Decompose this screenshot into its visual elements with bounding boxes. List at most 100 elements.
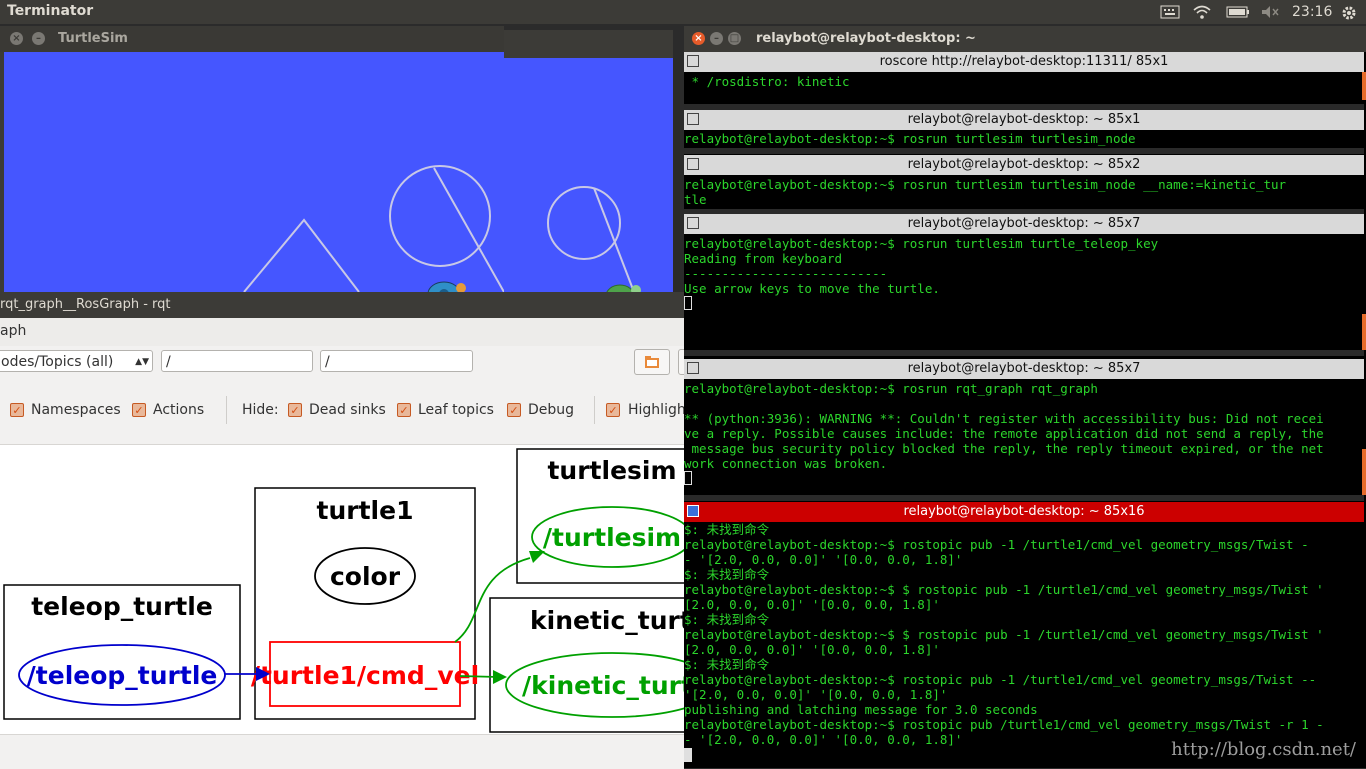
pane-title: relaybot@relaybot-desktop: ~ 85x16 [903,504,1145,519]
scrollbar[interactable] [1362,314,1366,350]
pane-title: relaybot@relaybot-desktop: ~ 85x7 [907,216,1141,231]
turtlesim-titlebar[interactable]: × – TurtleSim [0,26,504,52]
terminal-line: relaybot@relaybot-desktop:~$ rosrun turt… [684,131,1136,146]
terminal-line: message bus security policy blocked the … [684,441,1324,456]
pane-title: relaybot@relaybot-desktop: ~ 85x2 [907,157,1141,172]
debug-checkbox[interactable]: ✓ [507,403,521,417]
cluster-teleop-turtle-label: teleop_turtle [31,592,213,621]
volume-muted-icon[interactable] [1260,4,1280,20]
cluster-turtlesim-label: turtlesim [547,456,676,485]
kinetic-turtle-node-label: /kinetic_turtle [522,671,684,700]
terminator-window[interactable]: × – □ relaybot@relaybot-desktop: ~ rosco… [684,26,1366,768]
rqt-titlebar[interactable]: rqt_graph__RosGraph - rqt [0,292,684,318]
terminal-pane[interactable]: relaybot@relaybot-desktop:~$ rosrun turt… [684,234,1364,350]
terminal-line: work connection was broken. [684,456,888,471]
terminal-line: $: 未找到命令 [684,567,770,582]
pane-titlebar[interactable]: relaybot@relaybot-desktop: ~ 85x2 [684,155,1364,175]
turtlesim-title: TurtleSim [58,31,128,46]
pane-title: roscore http://relaybot-desktop:11311/ 8… [879,54,1169,69]
turtlesim-node-label: /turtlesim [543,523,681,552]
scrollbar[interactable] [1362,449,1366,495]
edge-arrowhead [493,670,507,684]
actions-label: Actions [153,402,205,418]
turtle-icon [606,284,641,292]
gear-icon[interactable] [1340,4,1358,20]
namespaces-checkbox[interactable]: ✓ [10,403,24,417]
battery-icon[interactable] [1226,4,1250,20]
tab-graph[interactable]: aph [0,323,26,339]
terminal-line: relaybot@relaybot-desktop:~$ rosrun turt… [684,236,1159,251]
actions-checkbox[interactable]: ✓ [132,403,146,417]
terminator-title: relaybot@relaybot-desktop: ~ [756,31,976,46]
clock[interactable]: 23:16 [1292,4,1332,20]
terminal-line: relaybot@relaybot-desktop:~$ rosrun turt… [684,177,1287,192]
terminal-pane[interactable]: relaybot@relaybot-desktop:~$ rosrun turt… [684,175,1364,209]
leaf-topics-checkbox[interactable]: ✓ [397,403,411,417]
rqt-window[interactable]: rqt_graph__RosGraph - rqt aph odes/Topic… [0,292,690,769]
rqt-title: rqt_graph__RosGraph - rqt [0,297,171,312]
topic-filter-input[interactable]: / [320,350,473,372]
spin-arrows-icon: ▲▼ [135,357,149,367]
terminal-line: * /rosdistro: kinetic [684,74,850,89]
pane-divider[interactable] [684,495,1364,501]
scrollbar[interactable] [1362,72,1366,100]
highlight-checkbox[interactable]: ✓ [606,403,620,417]
edge-cmd-vel-to-turtlesim [454,557,531,643]
terminal-pane[interactable]: * /rosdistro: kinetic [684,72,1364,104]
cluster-turtle1-label: turtle1 [317,496,414,525]
terminal-line: relaybot@relaybot-desktop:~$ rostopic pu… [684,672,1317,687]
terminal-pane[interactable]: relaybot@relaybot-desktop:~$ rosrun rqt_… [684,379,1364,495]
maximize-icon[interactable]: □ [728,32,741,45]
pane-divider[interactable] [684,350,1364,356]
turtlesim-window-2[interactable] [500,30,673,292]
terminal-line: relaybot@relaybot-desktop:~$ rostopic pu… [684,717,1324,732]
keyboard-icon[interactable] [1160,4,1180,20]
dead-sinks-checkbox[interactable]: ✓ [288,403,302,417]
pane-titlebar[interactable]: relaybot@relaybot-desktop: ~ 85x7 [684,359,1364,379]
nodes-topics-combo[interactable]: odes/Topics (all) ▲▼ [0,350,153,372]
terminal-line: - '[2.0, 0.0, 0.0]' '[0.0, 0.0, 1.8]' [684,732,963,747]
close-icon[interactable]: × [10,32,23,45]
debug-label: Debug [528,402,575,418]
terminal-line: $: 未找到命令 [684,612,770,627]
group-icon[interactable] [687,217,699,229]
terminal-line: ve a reply. Possible causes include: the… [684,426,1324,441]
pane-titlebar[interactable]: relaybot@relaybot-desktop: ~ 85x7 [684,214,1364,234]
pane-titlebar[interactable]: relaybot@relaybot-desktop: ~ 85x1 [684,110,1364,130]
ros-graph-canvas[interactable]: teleop_turtle turtle1 turtlesim kinetic_… [0,444,684,735]
divider [226,396,227,424]
terminal-line: - '[2.0, 0.0, 0.0]' '[0.0, 0.0, 1.8]' [684,552,963,567]
group-icon[interactable] [687,158,699,170]
group-icon[interactable] [687,55,699,67]
hide-label: Hide: [242,402,279,418]
terminal-line: $: 未找到命令 [684,657,770,672]
namespace-filter-input[interactable]: / [161,350,313,372]
open-file-button[interactable] [634,349,670,375]
minimize-icon[interactable]: – [32,32,45,45]
turtlesim-window[interactable]: × – TurtleSim [0,26,504,292]
folder-icon [645,356,659,368]
turtlesim-canvas-2 [504,58,673,292]
close-icon[interactable]: × [692,32,705,45]
group-icon[interactable] [687,362,699,374]
cmd-vel-topic-label: /turtle1/cmd_vel [251,661,479,690]
terminal-pane-active[interactable]: $: 未找到命令 relaybot@relaybot-desktop:~$ ro… [684,522,1364,768]
app-title: Terminator [7,3,94,19]
terminal-pane[interactable]: relaybot@relaybot-desktop:~$ rosrun turt… [684,130,1364,148]
wifi-icon[interactable] [1192,4,1212,20]
terminal-cursor [684,296,692,310]
terminal-line: [2.0, 0.0, 0.0]' '[0.0, 0.0, 1.8]' [684,642,940,657]
terminator-titlebar[interactable]: × – □ relaybot@relaybot-desktop: ~ [684,26,1366,52]
rqt-bottom-bar [0,734,684,769]
pane-title: relaybot@relaybot-desktop: ~ 85x7 [907,361,1141,376]
group-icon[interactable] [687,505,699,517]
pane-divider[interactable] [684,148,1364,154]
pane-titlebar-active[interactable]: relaybot@relaybot-desktop: ~ 85x16 [684,502,1364,522]
terminal-line: Use arrow keys to move the turtle. [684,281,940,296]
terminal-line: tle [684,192,707,207]
terminal-line: '[2.0, 0.0, 0.0]' '[0.0, 0.0, 1.8]' [684,687,948,702]
minimize-icon[interactable]: – [710,32,723,45]
group-icon[interactable] [687,113,699,125]
pane-titlebar[interactable]: roscore http://relaybot-desktop:11311/ 8… [684,52,1364,72]
terminal-line: publishing and latching message for 3.0 … [684,702,1038,717]
